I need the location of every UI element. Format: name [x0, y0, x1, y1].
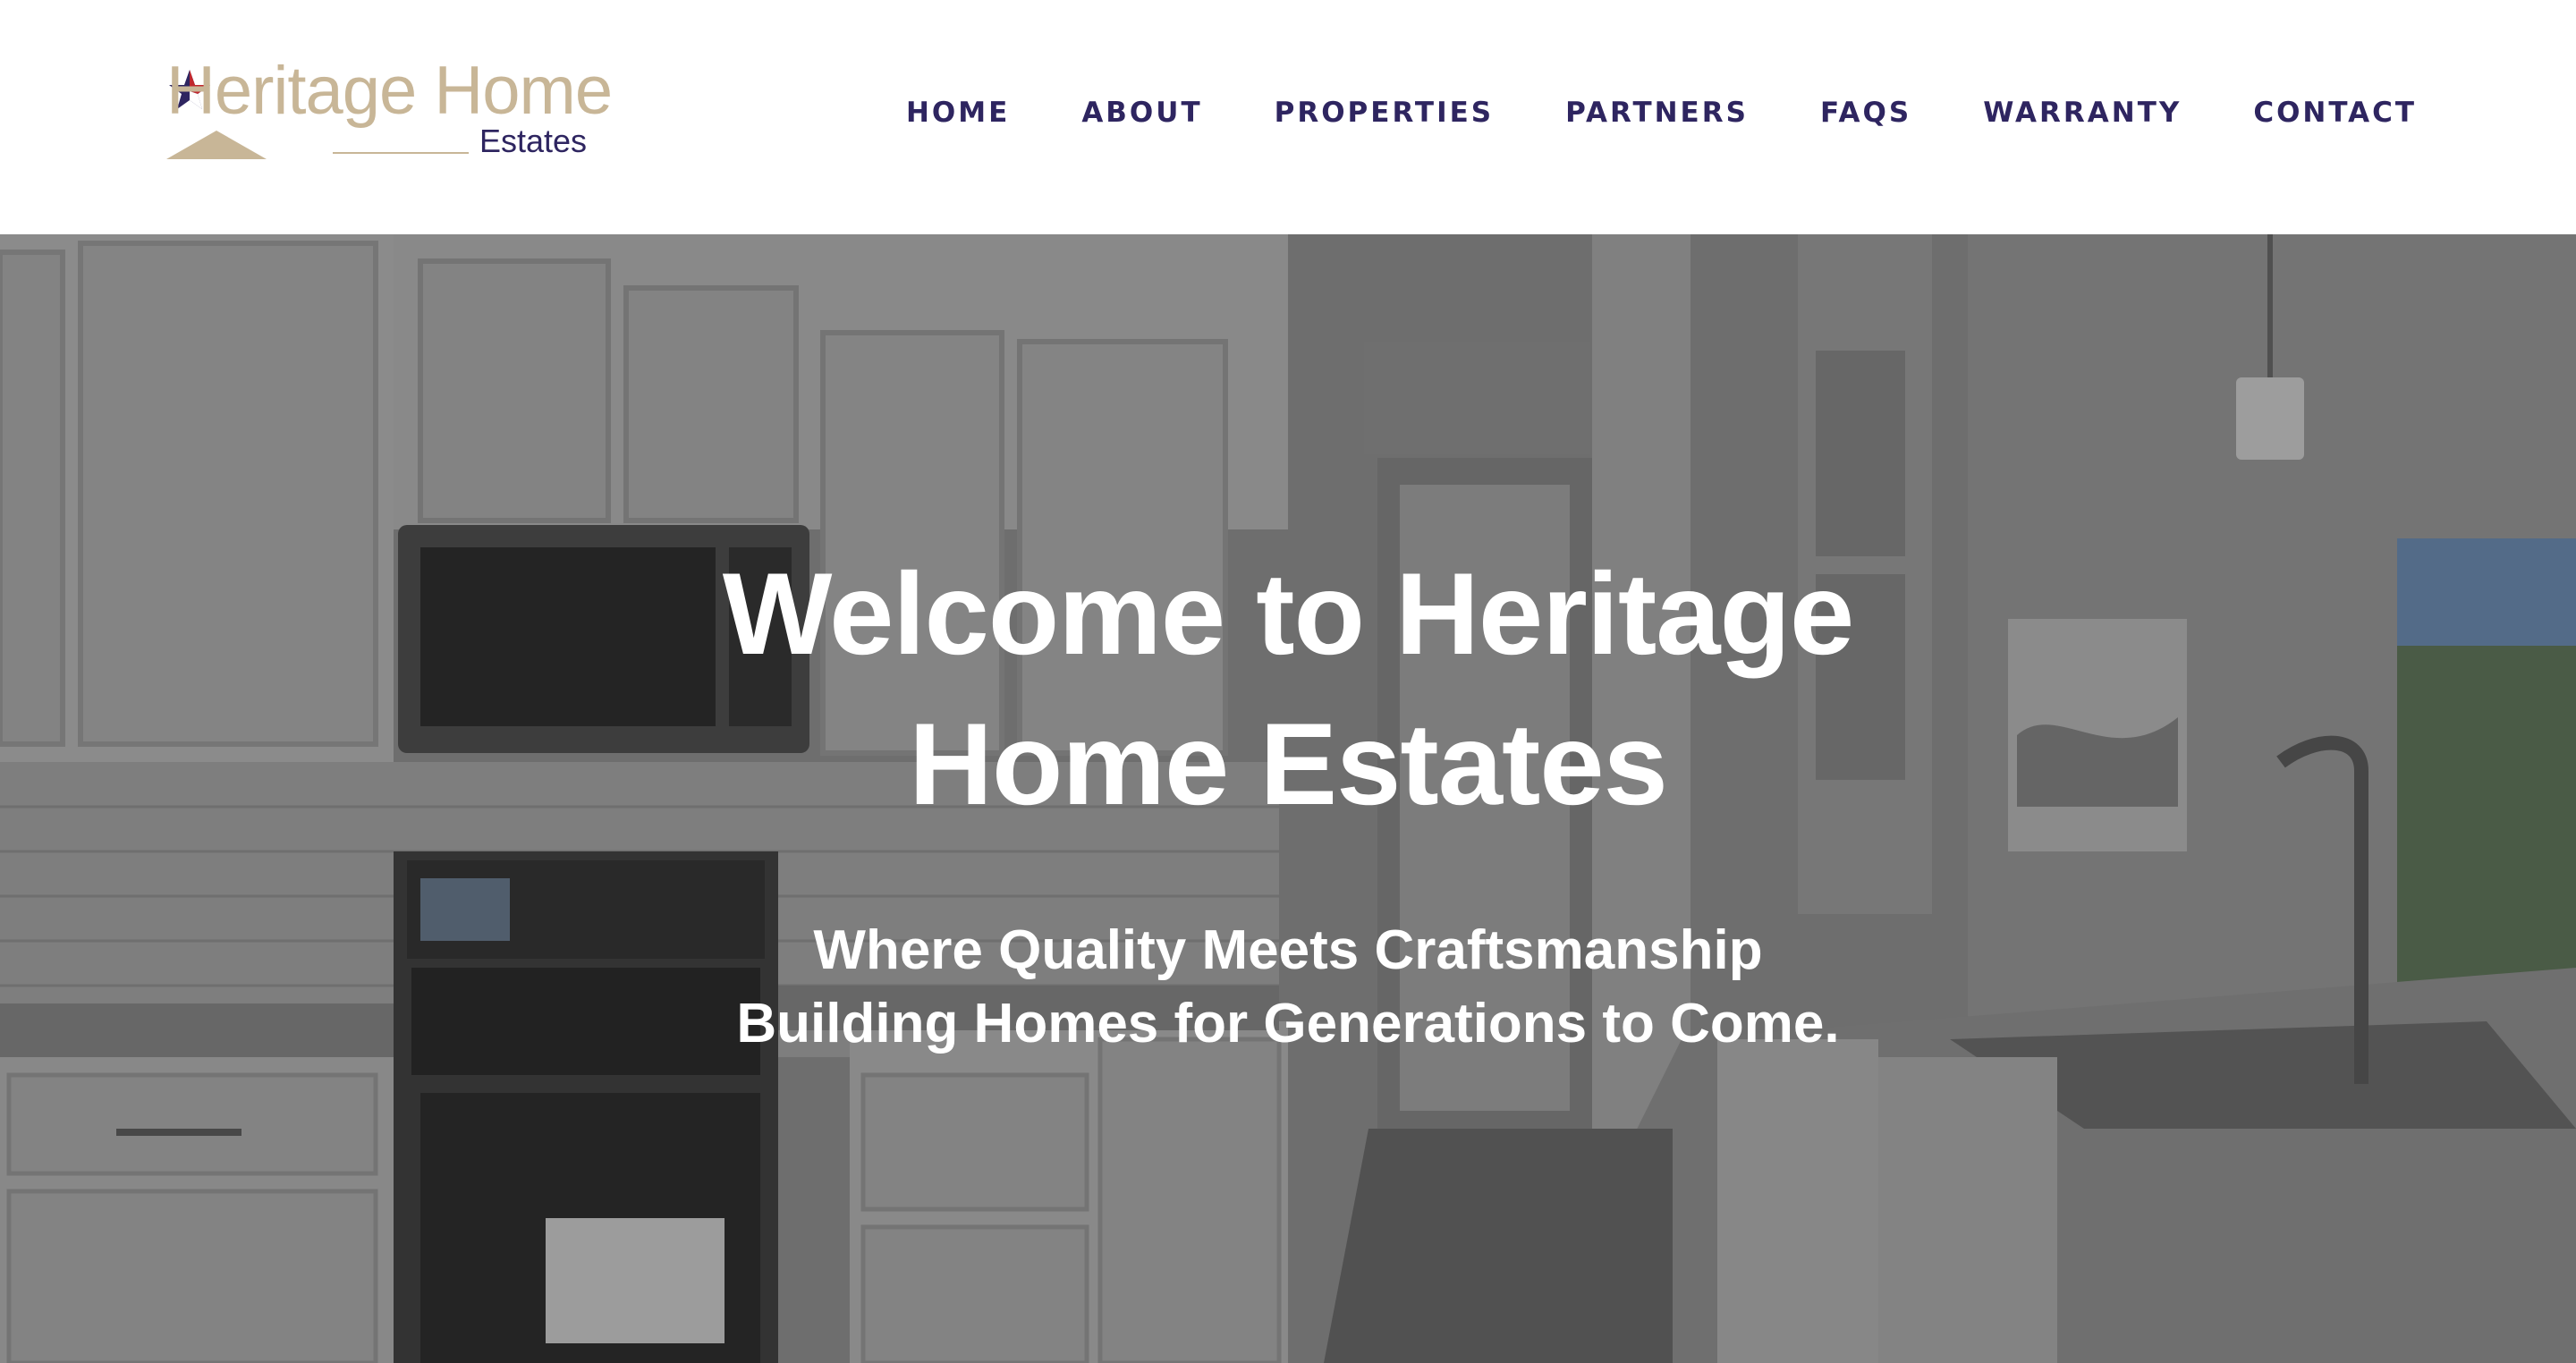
roof-icon — [166, 131, 267, 159]
hero-content: Welcome to Heritage Home Estates Where Q… — [0, 234, 2576, 1363]
page: Heritage Home Estates HOME ABOUT PROPERT… — [0, 0, 2576, 1363]
nav-about[interactable]: ABOUT — [1081, 97, 1202, 129]
nav-contact[interactable]: CONTACT — [2253, 97, 2417, 129]
nav-faqs[interactable]: FAQS — [1820, 97, 1911, 129]
nav-warranty[interactable]: WARRANTY — [1983, 97, 2182, 129]
hero-title-line1: Welcome to Heritage — [722, 548, 1855, 679]
hero-section: Welcome to Heritage Home Estates Where Q… — [0, 234, 2576, 1363]
hero-subtitle-line2: Building Homes for Generations to Come. — [736, 993, 1840, 1054]
nav-partners[interactable]: PARTNERS — [1565, 97, 1749, 129]
nav-home[interactable]: HOME — [906, 97, 1010, 129]
logo-subtitle: Estates — [479, 123, 588, 159]
site-header: Heritage Home Estates HOME ABOUT PROPERT… — [0, 0, 2576, 234]
hero-subtitle: Where Quality Meets Craftsmanship Buildi… — [572, 914, 2004, 1061]
main-nav: HOME ABOUT PROPERTIES PARTNERS FAQS WARR… — [906, 97, 2417, 129]
hero-title-line2: Home Estates — [909, 698, 1668, 829]
hero-title: Welcome to Heritage Home Estates — [572, 538, 2004, 839]
logo-divider — [333, 152, 469, 154]
nav-properties[interactable]: PROPERTIES — [1275, 97, 1495, 129]
site-logo[interactable]: Heritage Home Estates — [166, 55, 614, 172]
hero-subtitle-line1: Where Quality Meets Craftsmanship — [813, 919, 1763, 981]
logo-title: Heritage Home — [166, 53, 613, 129]
